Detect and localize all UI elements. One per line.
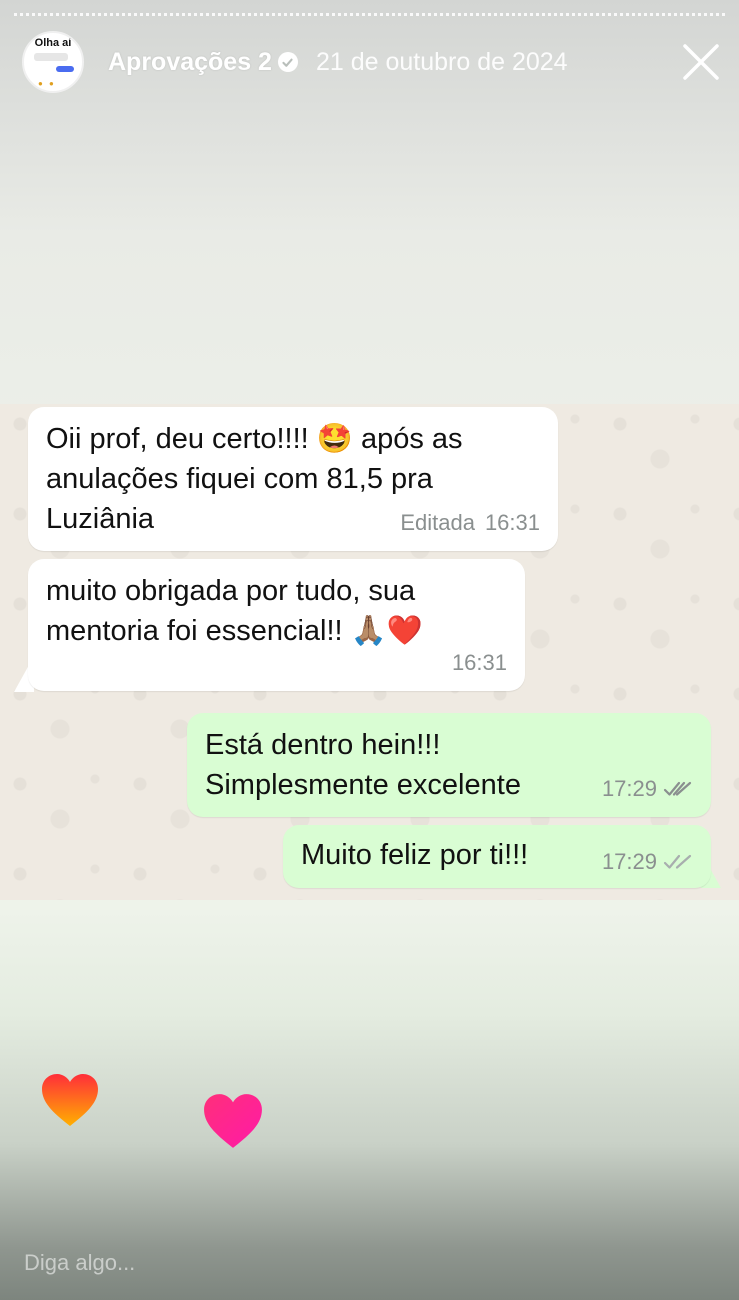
story-progress-bar bbox=[14, 13, 725, 16]
message-meta: 17:29 bbox=[602, 842, 693, 882]
message-line: muito obrigada por tudo, sua bbox=[46, 575, 416, 607]
double-check-icon bbox=[663, 781, 692, 796]
avatar-preview-button bbox=[56, 66, 74, 72]
message-line: Está dentro hein!!! bbox=[205, 729, 441, 761]
reply-input[interactable]: Diga algo... bbox=[24, 1250, 135, 1276]
avatar[interactable]: Olha aí ● ● bbox=[22, 31, 84, 93]
message-bubble-incoming: Oii prof, deu certo!!!! 🤩 após as anulaç… bbox=[28, 407, 558, 551]
verified-badge-icon bbox=[277, 52, 298, 72]
message-text: muito obrigada por tudo, sua mentoria fo… bbox=[28, 559, 525, 651]
message-line: anulações fiquei com 81,5 pra bbox=[46, 463, 433, 495]
avatar-preview-bubble bbox=[34, 53, 68, 61]
story-header: Olha aí ● ● Aprovações 2 21 de outubro d… bbox=[22, 31, 721, 93]
heart-icon bbox=[204, 1094, 262, 1148]
message-bubble-incoming: muito obrigada por tudo, sua mentoria fo… bbox=[28, 559, 525, 691]
message-meta: 17:29 bbox=[602, 769, 693, 809]
edited-label: Editada bbox=[400, 510, 475, 535]
heart-icon bbox=[42, 1074, 98, 1126]
message-meta: 16:31 bbox=[452, 643, 507, 683]
message-line: Oii prof, deu certo!!!! 🤩 após as bbox=[46, 423, 463, 455]
double-check-icon bbox=[663, 854, 692, 869]
close-icon[interactable] bbox=[681, 42, 721, 82]
message-meta: Editada 16:31 bbox=[400, 503, 540, 543]
message-time: 16:31 bbox=[484, 510, 540, 535]
message-bubble-outgoing: Muito feliz por ti!!! 17:29 bbox=[283, 825, 711, 888]
avatar-title: Olha aí bbox=[34, 37, 72, 49]
message-time: 17:29 bbox=[601, 776, 657, 801]
message-time: 16:31 bbox=[451, 650, 507, 675]
story-author[interactable]: Aprovações 2 bbox=[108, 48, 272, 77]
story-date: 21 de outubro de 2024 bbox=[315, 47, 568, 76]
message-bubble-outgoing: Está dentro hein!!! Simplesmente excelen… bbox=[187, 713, 711, 817]
avatar-preview-emojis: ● ● bbox=[38, 79, 56, 88]
message-time: 17:29 bbox=[601, 849, 657, 874]
message-line: mentoria foi essencial!! 🙏🏽❤️ bbox=[46, 615, 423, 647]
